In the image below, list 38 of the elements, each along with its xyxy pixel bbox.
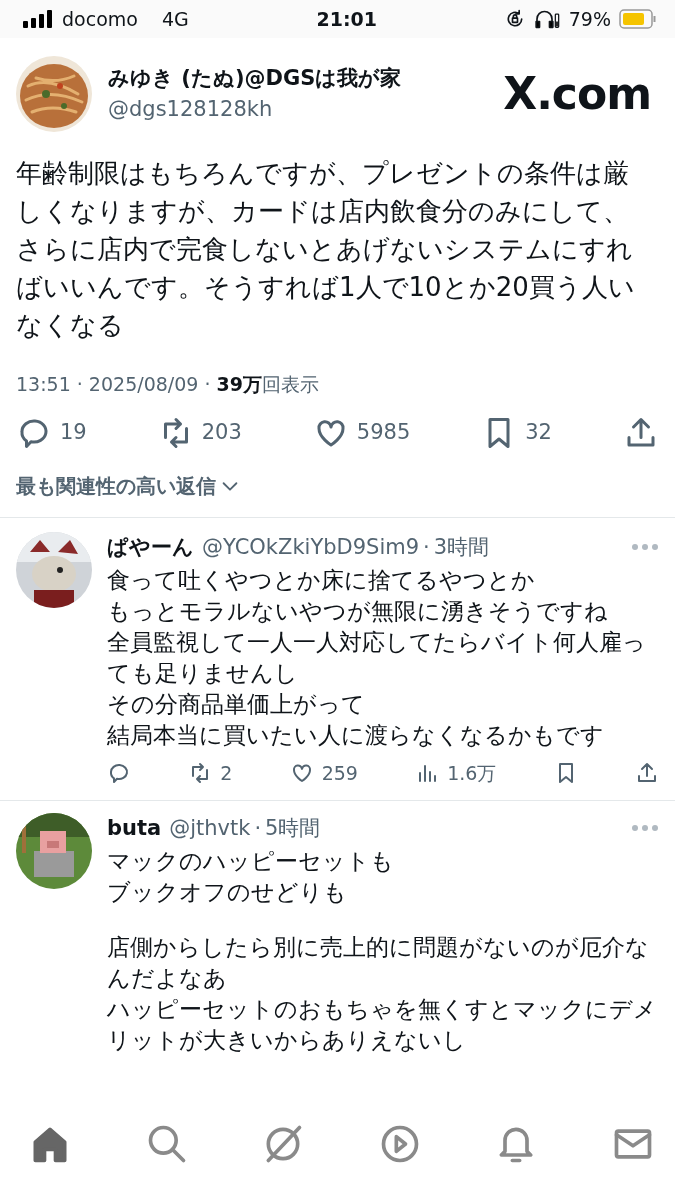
clock-time: 21:01 bbox=[316, 6, 377, 32]
repost-count: 2 bbox=[220, 761, 233, 786]
reply-handle: @jthvtk bbox=[169, 814, 251, 842]
reply-handle: @YCOkZkiYbD9Sim9 bbox=[202, 533, 420, 561]
reply-count: 19 bbox=[60, 418, 87, 446]
carrier-name: docomo bbox=[62, 6, 138, 32]
separator-dot: · bbox=[423, 533, 430, 561]
reply-author-name: buta bbox=[107, 814, 162, 842]
reply-time: 3時間 bbox=[433, 533, 490, 561]
network-type: 4G bbox=[161, 6, 189, 32]
sort-label[interactable]: 最も関連性の高い返信 bbox=[16, 470, 216, 501]
like-count: 5985 bbox=[356, 418, 411, 446]
reply-text: 結局本当に買いたい人に渡らなくなるかもです bbox=[107, 721, 605, 750]
tweet-meta: 13:51 · 2025/08/09 · 39万回表示 bbox=[15, 372, 320, 397]
reply-text: もっとモラルないやつが無限に湧きそうですね bbox=[107, 597, 609, 626]
repost-count: 203 bbox=[201, 418, 242, 446]
reply-text: 食って吐くやつとか床に捨てるやつとか bbox=[107, 566, 536, 595]
separator-dot: · bbox=[254, 814, 262, 842]
headphones-icon bbox=[532, 9, 561, 29]
reply-text: マックのハッピーセットも bbox=[107, 847, 395, 876]
author-name: みゆき (たぬ)@DGSは我が家 bbox=[108, 64, 403, 92]
author-handle: @dgs128128kh bbox=[108, 96, 274, 123]
bookmark-count: 32 bbox=[525, 418, 552, 446]
reply-author-name: ぱやーん bbox=[107, 533, 194, 561]
signal-icon bbox=[22, 10, 54, 28]
reply-time: 5時間 bbox=[265, 814, 321, 842]
battery-icon bbox=[619, 9, 657, 29]
brand-logo: X.com bbox=[503, 72, 651, 116]
reply-icon[interactable] bbox=[107, 761, 131, 786]
reply-text: ブックオフのせどりも bbox=[107, 878, 348, 907]
views-count: 1.6万 bbox=[447, 761, 497, 786]
reply-text: 全員監視して一人一人対応してたらバイト何人雇っても足りませんし bbox=[107, 628, 647, 688]
tweet-text: 年齢制限はもちろんですが、プレゼントの条件は厳しくなりますが、カードは店内飲食分のみにして、さらに店内で完食しないとあげないシステムにすればいいんです。そうすれば1人で10とか20買う人いなくなる bbox=[15, 157, 636, 342]
like-count: 259 bbox=[321, 761, 358, 786]
reply-text: 店側からしたら別に売上的に問題がないのが厄介なんだよなあ bbox=[107, 933, 650, 993]
reply-text: その分商品単価上がって bbox=[107, 690, 366, 719]
reply-text: ハッピーセットのおもちゃを無くすとマックにデメリットが大きいからありえないし bbox=[107, 995, 658, 1055]
battery-percent: 79% bbox=[568, 6, 611, 32]
